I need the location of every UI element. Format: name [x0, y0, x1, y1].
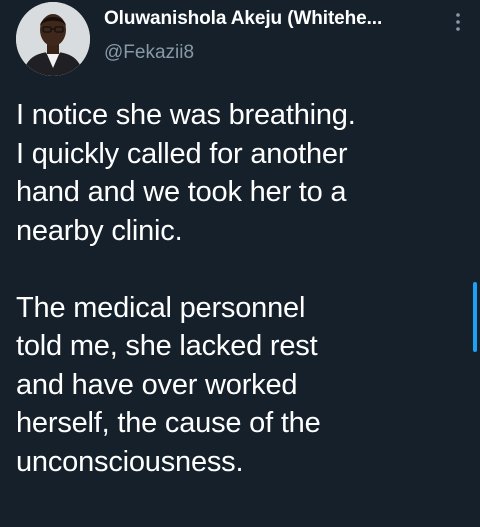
- tweet-text: I notice she was breathing. I quickly ca…: [16, 96, 466, 481]
- display-name[interactable]: Oluwanishola Akeju (Whitehe...: [104, 8, 382, 29]
- tweet-paragraph: I notice she was breathing. I quickly ca…: [16, 99, 356, 247]
- tweet-paragraph: The medical personnel told me, she lacke…: [16, 291, 321, 478]
- author-name-row[interactable]: Oluwanishola Akeju (Whitehe...: [104, 8, 440, 30]
- author-handle[interactable]: @Fekazii8: [104, 42, 194, 64]
- avatar-image: [16, 2, 90, 76]
- avatar[interactable]: [16, 2, 90, 76]
- tweet: Oluwanishola Akeju (Whitehe... @Fekazii8…: [0, 0, 480, 527]
- more-vertical-icon[interactable]: [448, 10, 468, 34]
- scrollbar[interactable]: [473, 282, 477, 352]
